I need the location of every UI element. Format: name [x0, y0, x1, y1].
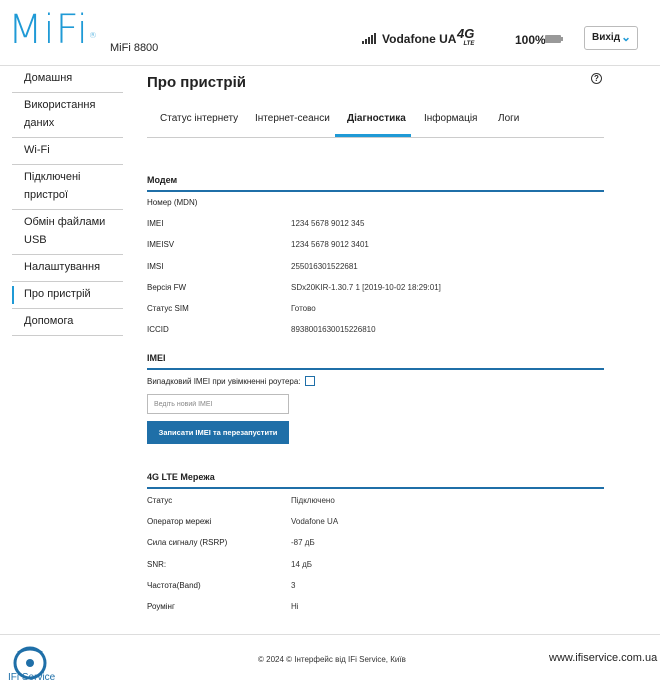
- sidebar-item-usb-sharing[interactable]: Обмін файлами USB: [12, 210, 123, 255]
- tab-logs[interactable]: Логи: [498, 113, 519, 124]
- sidebar: Домашня Використання даних Wi-Fi Підключ…: [12, 66, 123, 336]
- random-imei-checkbox[interactable]: [305, 376, 315, 386]
- help-icon[interactable]: ?: [591, 73, 602, 84]
- imei-input[interactable]: [147, 394, 289, 414]
- signal-strength-icon: [362, 32, 376, 44]
- device-model: MiFi 8800: [110, 42, 159, 54]
- sidebar-item-home[interactable]: Домашня: [12, 66, 123, 93]
- random-imei-label: Випадковий IMEI при увімкненні роутера:: [147, 377, 301, 386]
- ifi-service-logo: [13, 646, 47, 680]
- active-tab-indicator: [335, 134, 411, 137]
- lte-section-title: 4G LTE Мережа: [147, 472, 604, 489]
- sidebar-item-settings[interactable]: Налаштування: [12, 255, 123, 282]
- imei-section-title: IMEI: [147, 353, 604, 370]
- mifi-logo: MiFi®: [8, 7, 98, 53]
- website-link[interactable]: www.ifiservice.com.ua: [549, 652, 657, 664]
- header: MiFi® MiFi 8800 Vodafone UA 4G LTE 100% В…: [0, 0, 660, 66]
- chevron-down-icon: ⌄: [620, 30, 631, 44]
- sidebar-item-about[interactable]: Про пристрій: [12, 282, 123, 309]
- battery-percent: 100%: [515, 33, 546, 47]
- logout-button[interactable]: Вихід ⌄: [584, 26, 638, 50]
- copyright: © 2024 © Інтерфейс від IFi Service, Київ: [258, 655, 406, 664]
- carrier-name: Vodafone UA: [382, 32, 457, 46]
- tab-diagnostics[interactable]: Діагностика: [347, 113, 406, 124]
- page-title: Про пристрій: [147, 74, 246, 91]
- network-type-icon: 4G LTE: [457, 26, 475, 47]
- tab-internet-sessions[interactable]: Інтернет-сеанси: [255, 113, 330, 124]
- write-imei-button[interactable]: Записати IMEI та перезапустити: [147, 421, 289, 444]
- battery-icon: [545, 35, 563, 43]
- sidebar-item-help[interactable]: Допомога: [12, 309, 123, 336]
- sidebar-item-data-usage[interactable]: Використання даних: [12, 93, 123, 138]
- sidebar-item-wifi[interactable]: Wi-Fi: [12, 138, 123, 165]
- footer: IFi Service © 2024 © Інтерфейс від IFi S…: [0, 634, 660, 699]
- modem-section-title: Модем: [147, 175, 604, 192]
- footer-brand: IFi Service: [8, 672, 56, 683]
- sidebar-item-connected-devices[interactable]: Підключені пристрої: [12, 165, 123, 210]
- tab-internet-status[interactable]: Статус інтернету: [160, 113, 238, 124]
- tab-information[interactable]: Інформація: [424, 113, 477, 124]
- tabs: Статус інтернету Інтернет-сеанси Діагнос…: [147, 104, 604, 138]
